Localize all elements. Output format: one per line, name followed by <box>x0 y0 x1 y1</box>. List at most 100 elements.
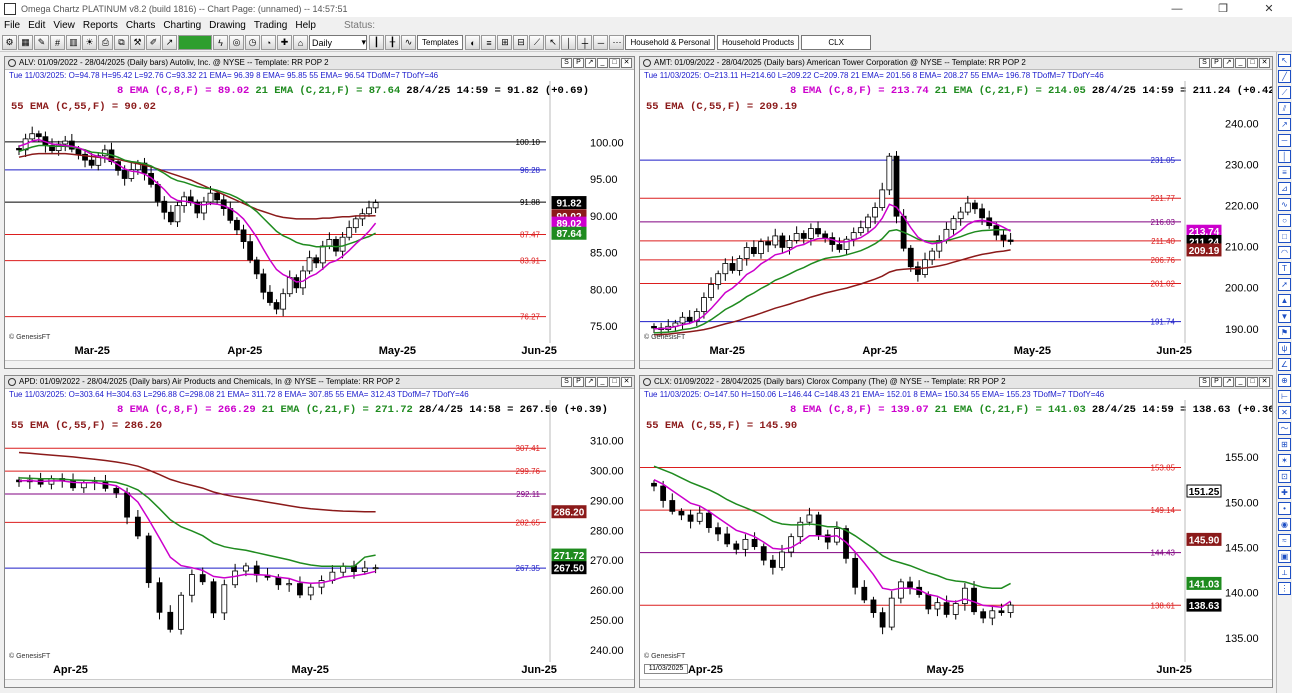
menu-trading[interactable]: Trading <box>254 20 288 31</box>
pitchfork-tool-icon[interactable]: ψ <box>1278 342 1291 355</box>
menu-charting[interactable]: Charting <box>163 20 201 31</box>
horizontal-scrollbar[interactable] <box>5 679 634 687</box>
sep-icon[interactable]: ⋯ <box>609 35 625 50</box>
panel-maximize-icon[interactable]: □ <box>1247 377 1258 387</box>
chart-area[interactable]: 8 EMA (C,8,F) = 139.07 21 EMA (C,21,F) = … <box>640 400 1272 678</box>
more-tool-icon[interactable]: ⋮ <box>1278 582 1291 595</box>
ohlc-icon[interactable]: ╂ <box>385 35 400 50</box>
gann-tool-icon[interactable]: ⊿ <box>1278 182 1291 195</box>
panel-close-icon[interactable]: ✕ <box>621 58 632 68</box>
dot-tool-icon[interactable]: • <box>1278 502 1291 515</box>
copy-icon[interactable]: ⧉ <box>114 35 129 50</box>
panel-close-icon[interactable]: ✕ <box>1259 58 1270 68</box>
clx-tab[interactable]: CLX <box>801 35 872 50</box>
trendline-tool-icon[interactable]: ⟋ <box>1278 86 1291 99</box>
horizontal-scrollbar[interactable] <box>640 360 1272 368</box>
crosshair-icon[interactable]: ┼ <box>577 35 593 50</box>
pencil-icon[interactable]: ✐ <box>146 35 161 50</box>
chart-panel-clx[interactable]: CLX: 01/09/2022 - 28/04/2025 (Daily bars… <box>639 375 1273 688</box>
grid-icon[interactable]: # <box>50 35 65 50</box>
bar-chart-icon[interactable]: ▥ <box>66 35 81 50</box>
menu-file[interactable]: File <box>4 20 20 31</box>
pointer-icon[interactable]: ↖ <box>545 35 561 50</box>
print-button[interactable]: P <box>1211 377 1222 387</box>
scale-button[interactable]: S <box>561 58 572 68</box>
panel-minimize-icon[interactable]: _ <box>597 377 608 387</box>
scale-button[interactable]: S <box>1199 58 1210 68</box>
print-icon[interactable]: ⎙ <box>98 35 113 50</box>
box-tool-icon[interactable]: ▣ <box>1278 550 1291 563</box>
export-icon[interactable]: ↗ <box>585 58 596 68</box>
ellipse-tool-icon[interactable]: ○ <box>1278 214 1291 227</box>
horizontal-scrollbar[interactable] <box>640 679 1272 687</box>
ruler-icon[interactable]: ⊟ <box>513 35 529 50</box>
vline-icon[interactable]: │ <box>561 35 577 50</box>
down-tool-icon[interactable]: ▼ <box>1278 310 1291 323</box>
clock-icon[interactable]: ◷ <box>245 35 260 50</box>
hline-tool-icon[interactable]: ─ <box>1278 134 1291 147</box>
erase-tool-icon[interactable]: ✕ <box>1278 406 1291 419</box>
target-icon[interactable]: ◎ <box>229 35 244 50</box>
restore-icon[interactable]: ❐ <box>1200 2 1246 15</box>
pointer-tool-icon[interactable]: ↖ <box>1278 54 1291 67</box>
vline-tool-icon[interactable]: │ <box>1278 150 1291 163</box>
horizontal-scrollbar[interactable] <box>5 360 634 368</box>
ray-tool-icon[interactable]: ↗ <box>1278 118 1291 131</box>
scale-button[interactable]: S <box>561 377 572 387</box>
lock-tool-icon[interactable]: ⊡ <box>1278 470 1291 483</box>
flag-tool-icon[interactable]: ⚑ <box>1278 326 1291 339</box>
panel-minimize-icon[interactable]: _ <box>597 58 608 68</box>
minimize-icon[interactable]: — <box>1154 3 1200 15</box>
stack-icon[interactable]: ≡ <box>481 35 497 50</box>
line-icon[interactable]: ∿ <box>401 35 416 50</box>
rectangle-tool-icon[interactable]: □ <box>1278 230 1291 243</box>
line-tool-icon[interactable]: ╱ <box>1278 70 1291 83</box>
hline-icon[interactable]: ─ <box>593 35 609 50</box>
export-icon[interactable]: ↗ <box>1223 58 1234 68</box>
measure-tool-icon[interactable]: ⊢ <box>1278 390 1291 403</box>
menu-charts[interactable]: Charts <box>126 20 155 31</box>
grid2-icon[interactable]: ⊞ <box>497 35 513 50</box>
open-icon[interactable]: ⚙ <box>2 35 17 50</box>
sine-tool-icon[interactable]: 〜 <box>1278 422 1291 435</box>
panel-close-icon[interactable]: ✕ <box>1259 377 1270 387</box>
close-icon[interactable]: ✕ <box>1246 2 1292 15</box>
cross-icon[interactable]: ✚ <box>277 35 292 50</box>
arrow-tool-icon[interactable]: ➚ <box>1278 278 1291 291</box>
chart-panel-apd[interactable]: APD: 01/09/2022 - 28/04/2025 (Daily bars… <box>4 375 635 688</box>
settings-icon[interactable]: ⚒ <box>130 35 145 50</box>
household-personal-tab[interactable]: Household & Personal <box>625 35 716 50</box>
panel-maximize-icon[interactable]: □ <box>609 377 620 387</box>
eye-tool-icon[interactable]: ◉ <box>1278 518 1291 531</box>
speed-tool-icon[interactable]: ∠ <box>1278 358 1291 371</box>
arc-tool-icon[interactable]: ◠ <box>1278 246 1291 259</box>
menu-reports[interactable]: Reports <box>83 20 118 31</box>
period-select[interactable]: Daily ▾ <box>309 35 367 50</box>
zoom-tool-icon[interactable]: ⊕ <box>1278 374 1291 387</box>
chart-icon[interactable]: ▦ <box>18 35 33 50</box>
channel-tool-icon[interactable]: ⫽ <box>1278 102 1291 115</box>
cycle-tool-icon[interactable]: ∿ <box>1278 198 1291 211</box>
candle-icon[interactable]: ┃ <box>369 35 384 50</box>
lightning-icon[interactable]: ϟ <box>213 35 228 50</box>
palette-icon[interactable]: ◐ <box>465 35 481 50</box>
chart-area[interactable]: 8 EMA (C,8,F) = 213.74 21 EMA (C,21,F) = … <box>640 81 1272 359</box>
star-tool-icon[interactable]: ✶ <box>1278 454 1291 467</box>
print-button[interactable]: P <box>573 58 584 68</box>
trend-icon[interactable]: ⟋ <box>529 35 545 50</box>
chart-panel-amt[interactable]: AMT: 01/09/2022 - 28/04/2025 (Daily bars… <box>639 56 1273 369</box>
export-icon[interactable]: ↗ <box>1223 377 1234 387</box>
money-icon[interactable] <box>178 35 212 50</box>
panel-minimize-icon[interactable]: _ <box>1235 58 1246 68</box>
regression-tool-icon[interactable]: ⟂ <box>1278 566 1291 579</box>
menu-view[interactable]: View <box>53 20 75 31</box>
print-button[interactable]: P <box>573 377 584 387</box>
chart-area[interactable]: 8 EMA (C,8,F) = 266.29 21 EMA (C,21,F) = … <box>5 400 634 678</box>
pie-icon[interactable]: ◔ <box>261 35 276 50</box>
panel-close-icon[interactable]: ✕ <box>621 377 632 387</box>
wizard-icon[interactable]: ✎ <box>34 35 49 50</box>
panel-maximize-icon[interactable]: □ <box>609 58 620 68</box>
templates-button[interactable]: Templates <box>417 35 464 50</box>
export-icon[interactable]: ↗ <box>585 377 596 387</box>
up-tool-icon[interactable]: ▲ <box>1278 294 1291 307</box>
